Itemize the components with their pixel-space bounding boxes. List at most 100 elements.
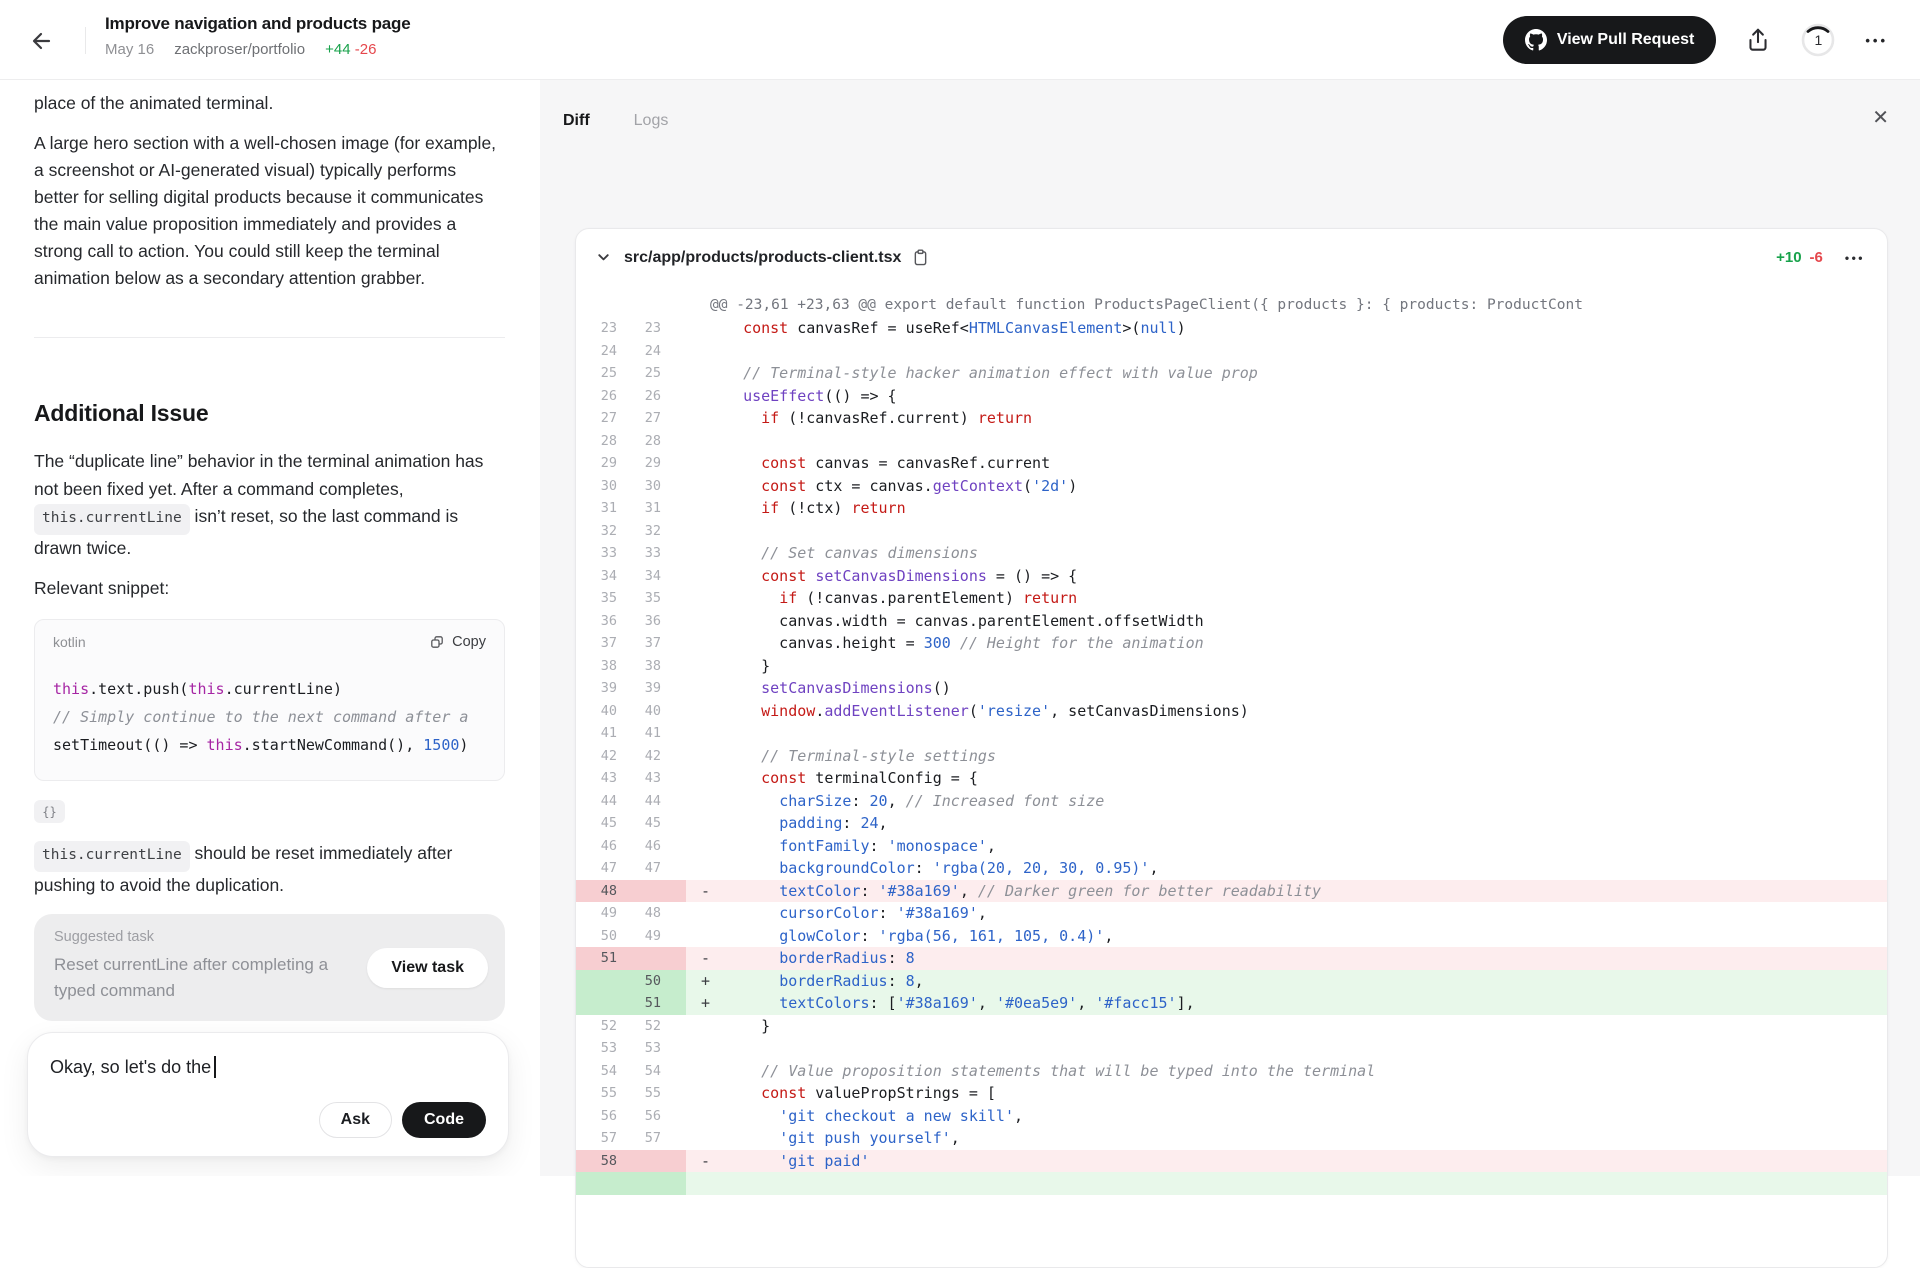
tab-diff[interactable]: Diff	[563, 112, 590, 130]
copy-button[interactable]: Copy	[429, 634, 486, 650]
header-actions: View Pull Request 1 •••	[1503, 16, 1888, 64]
copy-label: Copy	[452, 634, 486, 650]
diff-row: 5555 const valuePropStrings = [	[576, 1082, 1887, 1105]
diff-row: 4747 backgroundColor: 'rgba(20, 20, 30, …	[576, 857, 1887, 880]
snippet-line: this.text.push(this.currentLine)	[53, 675, 486, 703]
session-title: Improve navigation and products page	[105, 13, 410, 35]
diff-row: 58- 'git paid'	[576, 1150, 1887, 1173]
diff-row: 50+ borderRadius: 8,	[576, 970, 1887, 993]
snippet-line: setTimeout(() => this.startNewCommand(),…	[53, 731, 486, 759]
diff-row: 2424	[576, 340, 1887, 363]
text-cursor	[214, 1056, 216, 1078]
file-additions: +10	[1776, 249, 1801, 266]
diff-rows: 2323 const canvasRef = useRef<HTMLCanvas…	[576, 317, 1887, 1195]
notification-badge[interactable]: 1	[1800, 22, 1836, 58]
close-panel-button[interactable]: ✕	[1872, 108, 1889, 128]
diff-row: 4545 padding: 24,	[576, 812, 1887, 835]
diff-row: 4343 const terminalConfig = {	[576, 767, 1887, 790]
hunk-header: @@ -23,61 +23,63 @@ export default funct…	[576, 293, 1887, 317]
additional-issue-heading: Additional Issue	[34, 400, 505, 427]
copy-path-button[interactable]	[913, 249, 928, 266]
collapse-file-button[interactable]	[596, 250, 611, 265]
code-button[interactable]: Code	[402, 1102, 486, 1138]
session-meta: May 16 zackproser/portfolio +44 -26	[105, 41, 410, 58]
paragraph-hero: A large hero section with a well-chosen …	[34, 130, 505, 292]
snippet-code: this.text.push(this.currentLine)// Simpl…	[35, 650, 504, 780]
diff-row: 5049 glowColor: 'rgba(56, 161, 105, 0.4)…	[576, 925, 1887, 948]
diff-row: 4242 // Terminal-style settings	[576, 745, 1887, 768]
deletions-count: -26	[355, 41, 377, 58]
github-icon	[1525, 29, 1547, 51]
diff-row: 5454 // Value proposition statements tha…	[576, 1060, 1887, 1083]
arrow-left-icon	[30, 29, 54, 53]
title-block: Improve navigation and products page May…	[105, 13, 410, 58]
snippet-language: kotlin	[53, 634, 86, 650]
chat-panel: place of the animated terminal. A large …	[0, 80, 540, 1176]
share-button[interactable]	[1745, 26, 1771, 54]
diff-body: @@ -23,61 +23,63 @@ export default funct…	[576, 286, 1887, 1195]
diff-row: 3232	[576, 520, 1887, 543]
issue-paragraph: The “duplicate line” behavior in the ter…	[34, 448, 505, 562]
inline-code-chip: this.currentLine	[34, 841, 190, 872]
diff-row: 2525 // Terminal-style hacker animation …	[576, 362, 1887, 385]
diff-row	[576, 1172, 1887, 1195]
diff-row: 3939 setCanvasDimensions()	[576, 677, 1887, 700]
session-date: May 16	[105, 41, 154, 58]
section-divider	[34, 337, 505, 338]
additions-count: +44	[325, 41, 350, 58]
relevant-snippet-label: Relevant snippet:	[34, 575, 505, 602]
tab-logs[interactable]: Logs	[634, 112, 669, 130]
share-icon	[1745, 26, 1771, 54]
file-deletions: -6	[1810, 249, 1823, 266]
header-menu-button[interactable]: •••	[1865, 33, 1888, 48]
code-reference-chip[interactable]: {}	[34, 800, 65, 823]
diff-row: 3636 canvas.width = canvas.parentElement…	[576, 610, 1887, 633]
diff-row: 2727 if (!canvasRef.current) return	[576, 407, 1887, 430]
view-pull-request-button[interactable]: View Pull Request	[1503, 16, 1717, 64]
diff-row: 5252 }	[576, 1015, 1887, 1038]
paragraph-fragment: place of the animated terminal.	[34, 90, 505, 117]
diff-row: 3535 if (!canvas.parentElement) return	[576, 587, 1887, 610]
file-path: src/app/products/products-client.tsx	[624, 249, 901, 267]
file-menu-button[interactable]: •••	[1845, 251, 1865, 265]
suggested-task-title: Reset currentLine after completing a typ…	[54, 952, 339, 1004]
diff-row: 4646 fontFamily: 'monospace',	[576, 835, 1887, 858]
copy-icon	[429, 634, 445, 650]
header-divider	[85, 27, 86, 54]
suggested-task-label: Suggested task	[54, 929, 485, 945]
diff-file-header: src/app/products/products-client.tsx +10…	[576, 229, 1887, 286]
diff-row: 3030 const ctx = canvas.getContext('2d')	[576, 475, 1887, 498]
diff-row: 4141	[576, 722, 1887, 745]
diff-row: 3131 if (!ctx) return	[576, 497, 1887, 520]
back-button[interactable]	[24, 23, 60, 59]
repo-name: zackproser/portfolio	[174, 41, 305, 58]
ask-button[interactable]: Ask	[319, 1102, 392, 1138]
diff-row: 51+ textColors: ['#38a169', '#0ea5e9', '…	[576, 992, 1887, 1015]
diff-file-card: src/app/products/products-client.tsx +10…	[575, 228, 1888, 1268]
diff-row: 4948 cursorColor: '#38a169',	[576, 902, 1887, 925]
panel-tabs: Diff Logs	[563, 112, 668, 130]
badge-count: 1	[1814, 32, 1822, 48]
view-pull-request-label: View Pull Request	[1557, 31, 1695, 49]
reset-note: this.currentLine should be reset immedia…	[34, 840, 505, 899]
clipboard-icon	[913, 249, 928, 266]
view-task-button[interactable]: View task	[367, 948, 488, 988]
snippet-header: kotlin Copy	[35, 620, 504, 650]
diff-row: 4444 charSize: 20, // Increased font siz…	[576, 790, 1887, 813]
diff-row: 2828	[576, 430, 1887, 453]
diff-row: 48- textColor: '#38a169', // Darker gree…	[576, 880, 1887, 903]
diff-row: 2929 const canvas = canvasRef.current	[576, 452, 1887, 475]
inline-code-chip: this.currentLine	[34, 504, 190, 535]
diff-row: 4040 window.addEventListener('resize', s…	[576, 700, 1887, 723]
composer-card: Okay, so let's do the Ask Code	[27, 1032, 509, 1157]
composer-input[interactable]: Okay, so let's do the	[50, 1056, 486, 1078]
diff-row: 5353	[576, 1037, 1887, 1060]
app-header: Improve navigation and products page May…	[0, 0, 1920, 80]
diff-row: 5656 'git checkout a new skill',	[576, 1105, 1887, 1128]
snippet-line: // Simply continue to the next command a…	[53, 703, 486, 731]
diff-row: 3737 canvas.height = 300 // Height for t…	[576, 632, 1887, 655]
chevron-down-icon	[596, 250, 611, 265]
diff-row: 2323 const canvasRef = useRef<HTMLCanvas…	[576, 317, 1887, 340]
composer-actions: Ask Code	[50, 1102, 486, 1138]
diff-row: 3838 }	[576, 655, 1887, 678]
